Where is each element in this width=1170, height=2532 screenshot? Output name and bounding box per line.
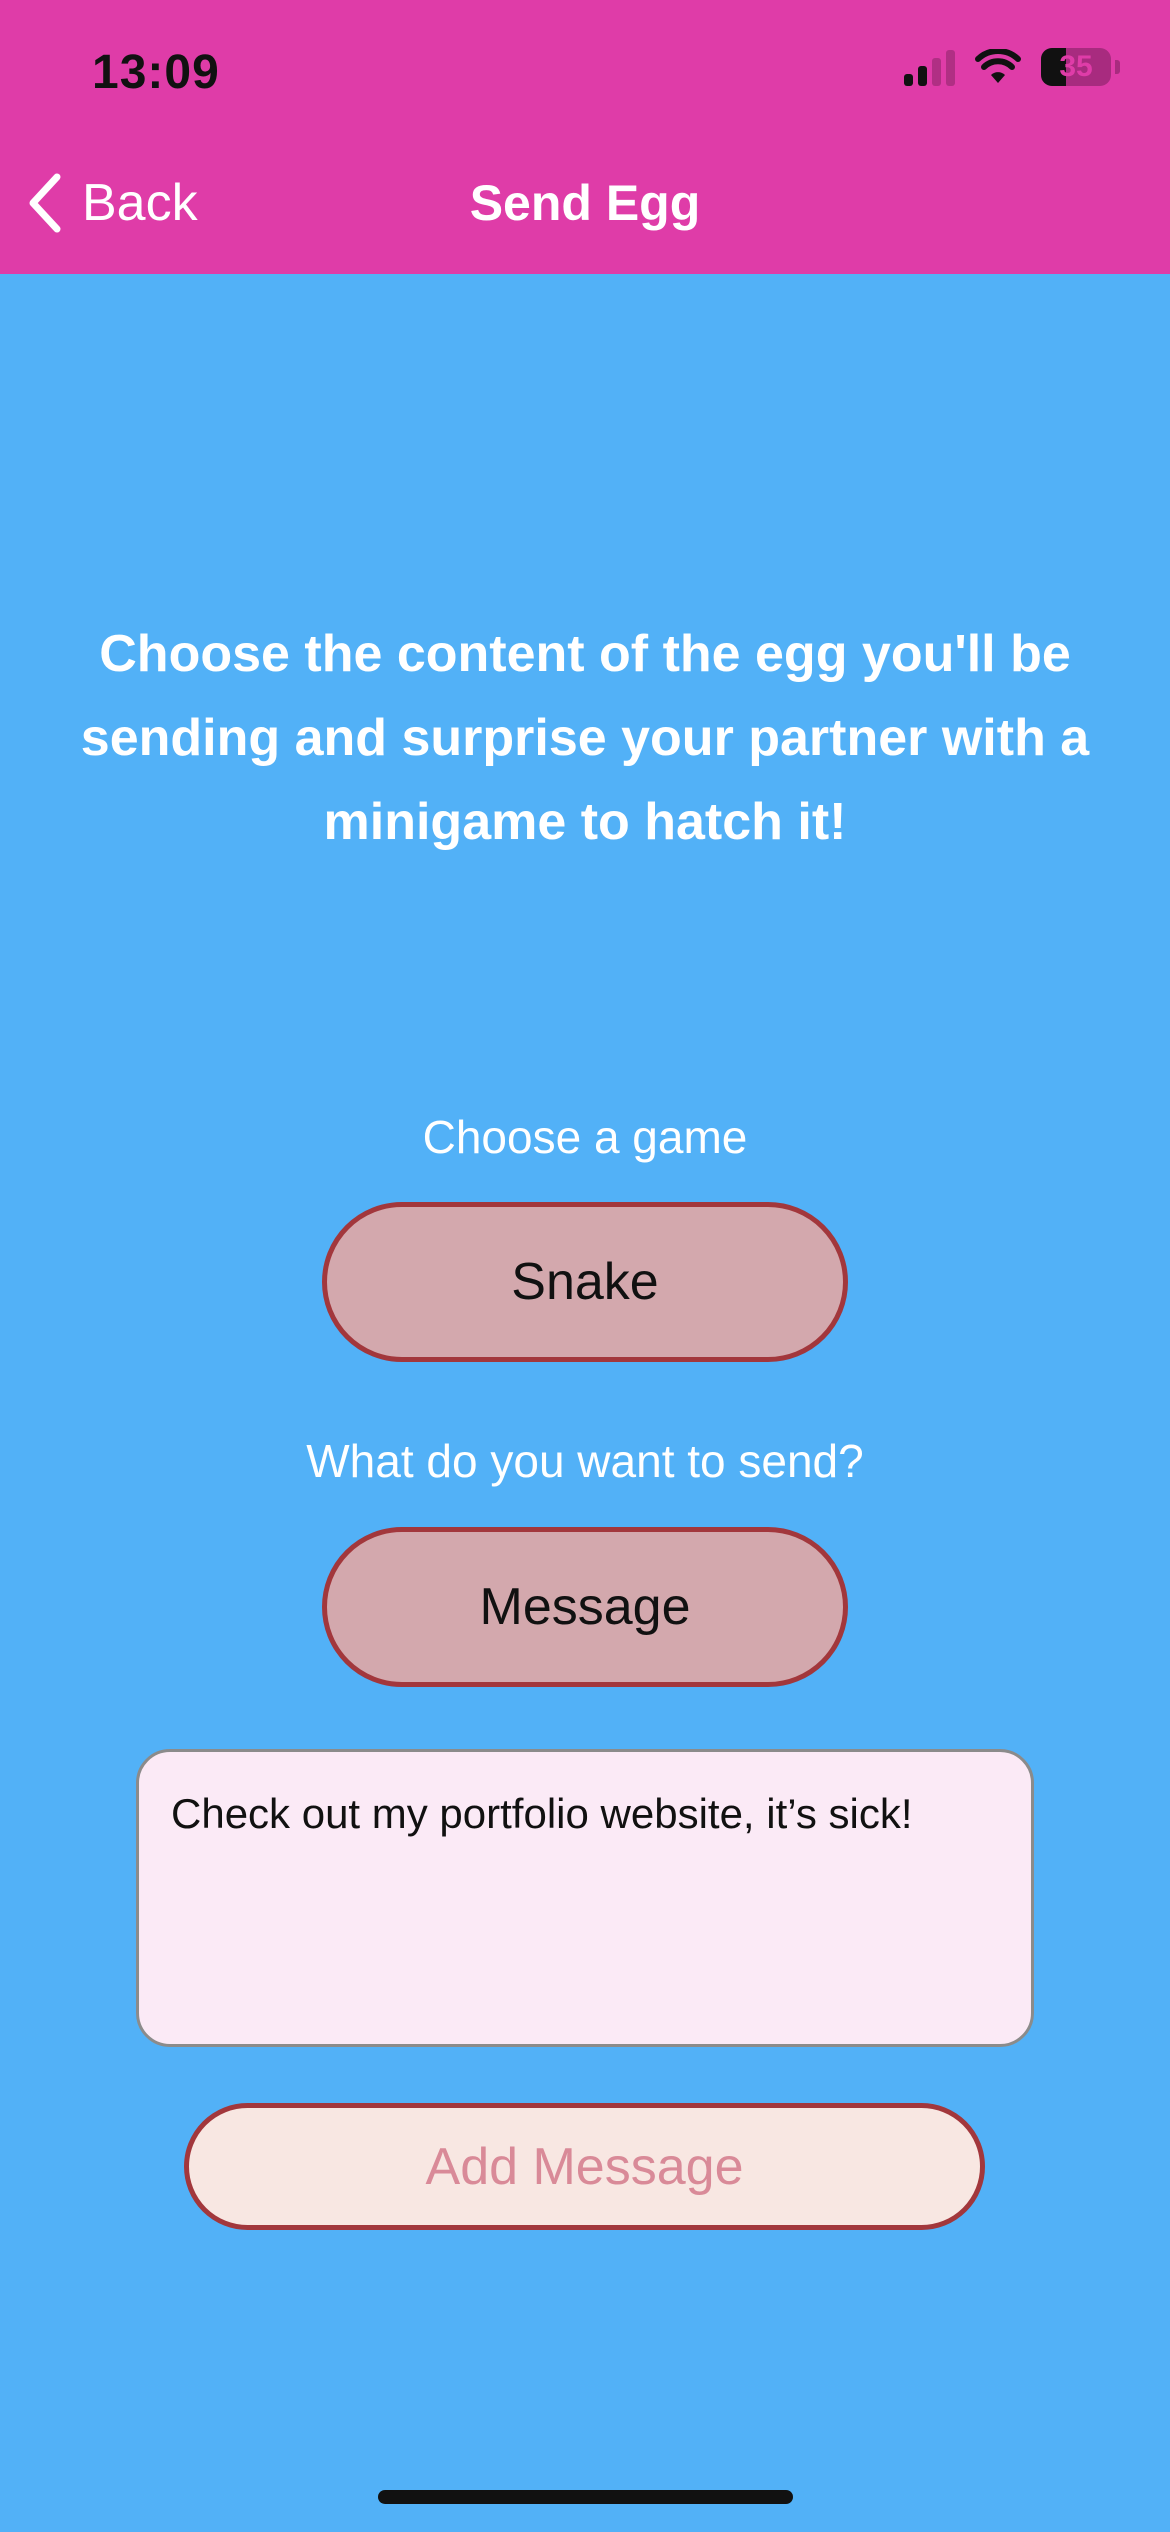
send-egg-screen: 13:09 35 Send Egg Back Choose the conten… [0,0,1170,2532]
choose-game-label: Choose a game [422,1111,748,1163]
battery-icon: 35 [1041,48,1111,86]
status-time: 13:09 [92,46,220,99]
send-type-select-button[interactable]: Message [322,1527,848,1687]
message-input[interactable]: Check out my portfolio website, it’s sic… [136,1749,1034,2047]
wifi-icon [975,49,1021,83]
game-select-button[interactable]: Snake [322,1202,848,1362]
send-type-label: What do you want to send? [306,1435,864,1487]
header: 13:09 35 Send Egg Back [0,0,1170,274]
back-button-label: Back [82,174,198,232]
back-button[interactable]: Back [26,172,198,234]
add-message-button[interactable]: Add Message [184,2103,985,2230]
home-indicator[interactable] [378,2490,793,2504]
cellular-signal-icon [904,48,955,86]
status-icons: 35 [904,48,1120,86]
intro-text: Choose the content of the egg you'll be … [80,625,1090,851]
chevron-left-icon [29,173,61,233]
battery-level: 35 [1059,50,1093,83]
battery-nub [1115,60,1120,74]
